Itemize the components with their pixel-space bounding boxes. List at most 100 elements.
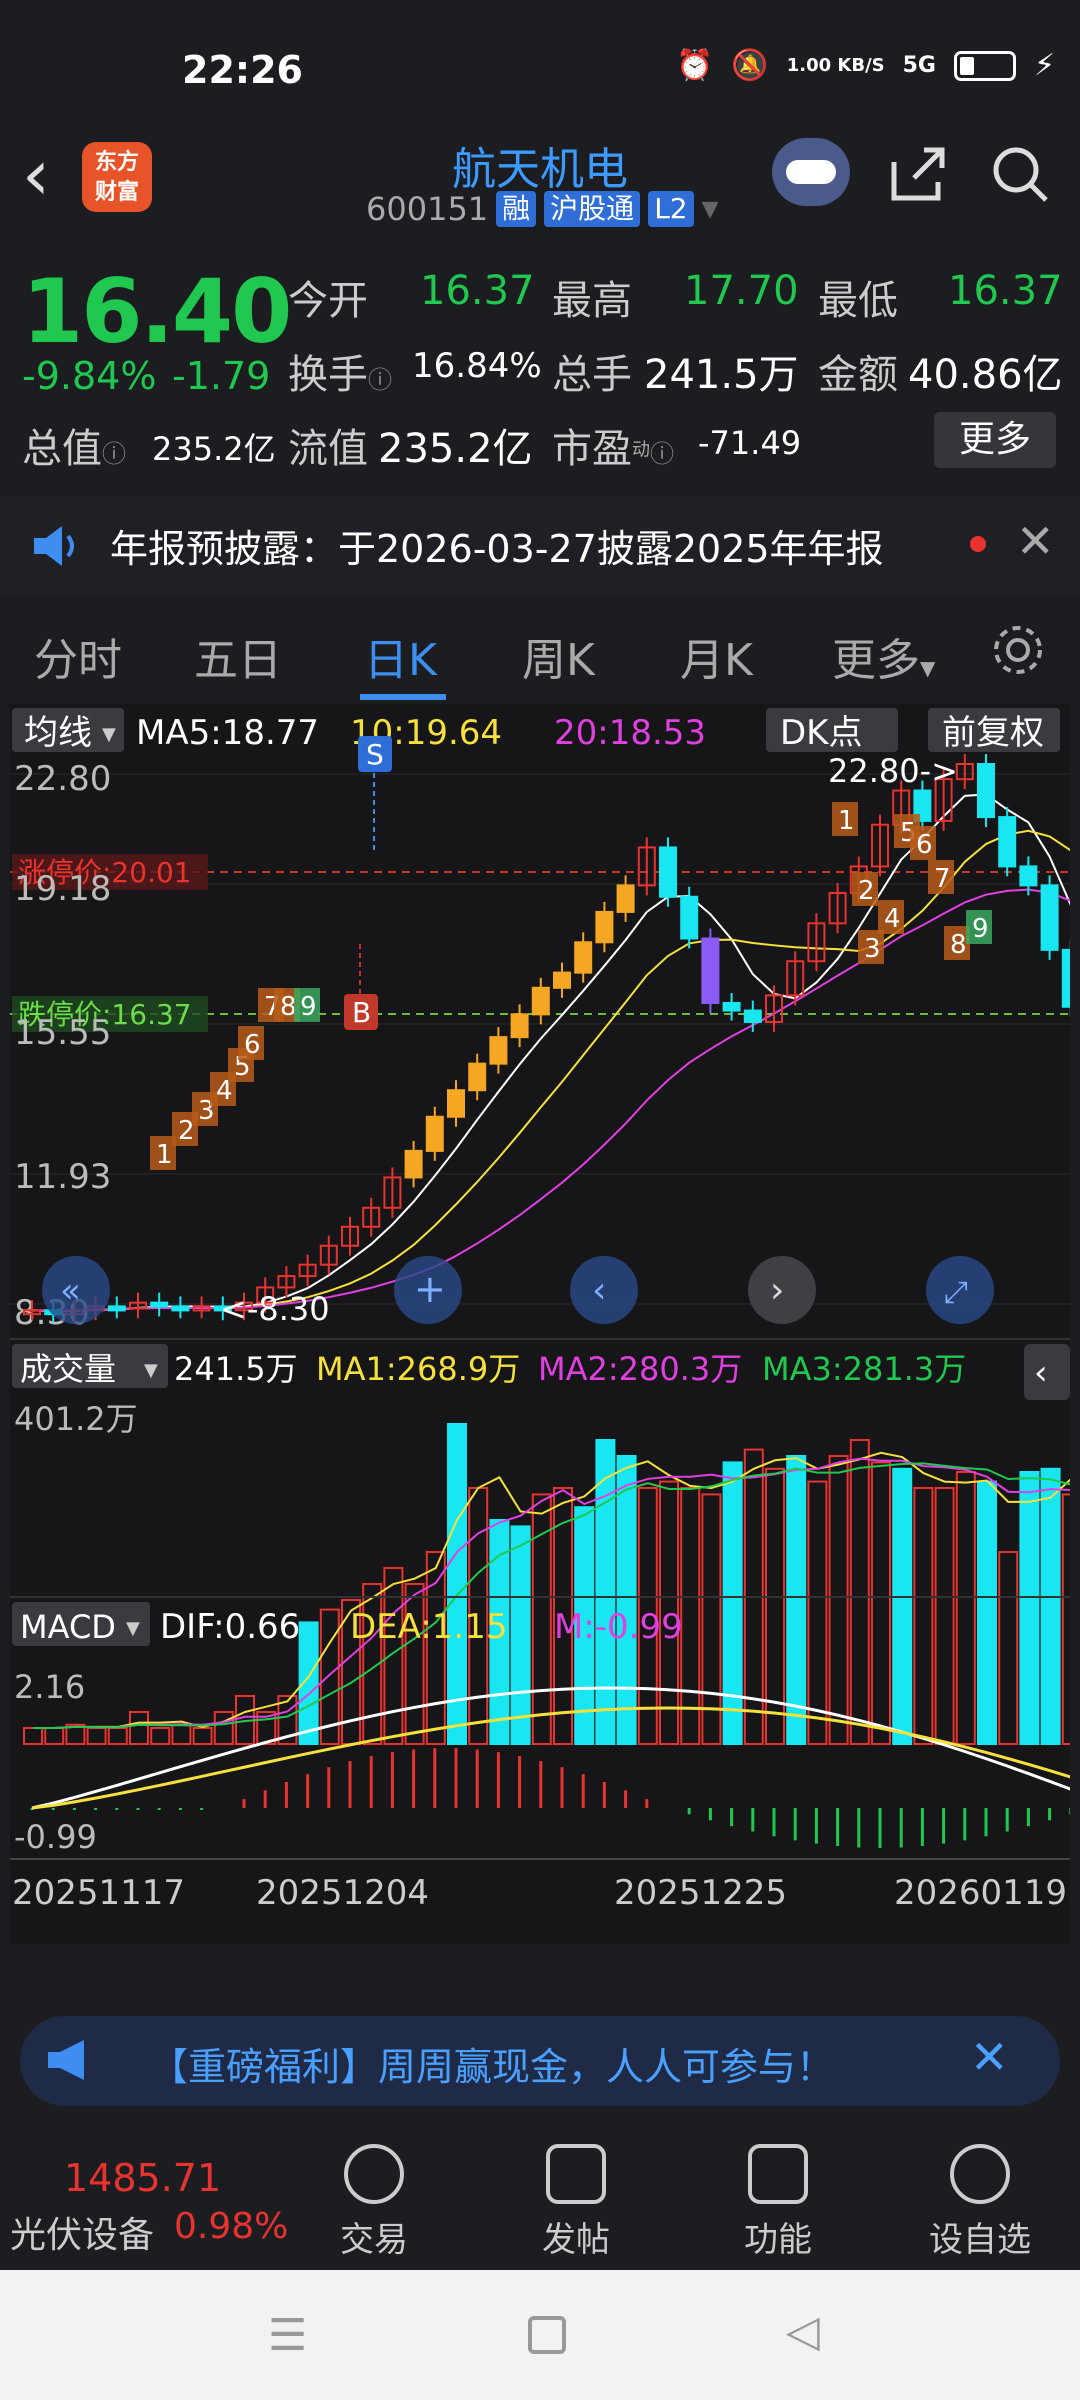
stock-code-row[interactable]: 600151 融 沪股通 L2 ▼ [366, 190, 719, 228]
index-name[interactable]: 光伏设备 [10, 2206, 154, 2258]
mktcap-label: 总值 [22, 426, 102, 472]
volume-bar [828, 1455, 849, 1745]
bottom-nav: 1485.71 光伏设备 0.98% 交易 发帖 功能 设自选 [0, 2130, 1080, 2270]
float-label: 流值 [288, 426, 368, 472]
volume-selector[interactable]: 成交量 [20, 1350, 116, 1388]
candle [659, 846, 677, 898]
tab-more[interactable]: 更多▼ [832, 624, 935, 688]
info-icon[interactable]: ⓘ [650, 440, 674, 468]
volume-bar [722, 1461, 743, 1746]
dk-point-button[interactable]: DK点 [780, 713, 862, 753]
macd-m: M:-0.99 [554, 1607, 683, 1647]
candle [404, 1149, 423, 1179]
stock-code: 600151 [366, 190, 489, 228]
ma-line-20 [31, 888, 1072, 1313]
nav-trade[interactable]: 交易 [304, 2144, 444, 2261]
dk-marker-label: 3 [864, 934, 881, 964]
volume-max-label: 401.2万 [14, 1400, 138, 1438]
volume-bar [107, 1727, 128, 1745]
info-icon[interactable]: ⓘ [102, 440, 126, 468]
macd-dif: DIF:0.66 [160, 1607, 300, 1647]
tab-weekly-k[interactable]: 周K [522, 624, 595, 688]
candle [531, 986, 550, 1016]
amount-label: 金额 [818, 352, 898, 398]
tab-five-day[interactable]: 五日 [194, 624, 282, 688]
signal-icon: 5G [902, 53, 936, 78]
volume-bars [23, 1423, 1080, 1746]
buy-marker[interactable]: B [352, 996, 371, 1029]
svg-text:▼: ▼ [102, 724, 116, 745]
search-icon[interactable] [988, 142, 1052, 206]
indicator-selector[interactable]: 均线 [24, 713, 92, 753]
plus-icon: + [414, 1267, 446, 1311]
alarm-icon: ⏰ [676, 48, 714, 83]
candle [150, 1301, 169, 1308]
macd-dea: DEA:1.15 [350, 1607, 507, 1647]
volume-bar [129, 1711, 149, 1745]
ma20-legend: 20:18.53 [554, 713, 706, 753]
status-icons: ⏰ 🔕 1.00 KB/S 5G ⚡ [676, 48, 1055, 83]
volume-bar [871, 1461, 891, 1746]
back-nav-icon[interactable]: ◁ [786, 2306, 820, 2357]
tab-intraday[interactable]: 分时 [34, 624, 122, 688]
volume-bar [701, 1493, 722, 1746]
sell-marker[interactable]: S [366, 738, 384, 771]
mute-icon: 🔕 [731, 48, 769, 83]
ma-line-10 [31, 829, 1072, 1313]
volume-bar [807, 1480, 828, 1745]
speaker-icon [34, 526, 74, 566]
candle [107, 1305, 126, 1312]
candle [425, 1115, 444, 1152]
candle [595, 910, 614, 944]
nav-post[interactable]: 发帖 [506, 2144, 646, 2261]
max-price-label: 22.80-> [828, 752, 958, 790]
notice-text: 年报预披露：于2026-03-27披露2025年年报 [110, 527, 884, 571]
promo-banner[interactable]: 【重磅福利】周周赢现金，人人可参与！ ✕ [20, 2016, 1060, 2106]
notice-bar[interactable]: 年报预披露：于2026-03-27披露2025年年报 ✕ [0, 496, 1080, 594]
menu-icon[interactable]: ☰ [268, 2310, 307, 2361]
more-quote-button[interactable]: 更多 [934, 412, 1056, 468]
high-label: 最高 [552, 278, 632, 324]
macd-selector[interactable]: MACD [20, 1608, 116, 1646]
settings-icon[interactable] [990, 622, 1046, 678]
battery-icon [953, 50, 1016, 81]
share-icon[interactable] [886, 142, 950, 206]
low-label: 最低 [818, 278, 898, 324]
candle [680, 895, 699, 940]
app-header: ‹ 东方 财富 航天机电 600151 融 沪股通 L2 ▼ [0, 130, 1080, 242]
macd-max-label: 2.16 [14, 1668, 85, 1706]
chevron-right-icon: › [770, 1270, 784, 1311]
margin-tag: 融 [496, 191, 537, 227]
volume-bar [977, 1480, 997, 1745]
volume-bar [934, 1487, 955, 1745]
volume-bar [595, 1439, 616, 1745]
index-value[interactable]: 1485.71 [64, 2156, 221, 2200]
volume-bar [955, 1471, 976, 1745]
adjust-button[interactable]: 前复权 [942, 713, 1044, 753]
volume-bar [447, 1423, 467, 1745]
mktcap-value: 235.2亿 [152, 430, 276, 468]
nav-functions[interactable]: 功能 [708, 2144, 848, 2261]
low-value: 16.37 [948, 268, 1063, 314]
tab-daily-k[interactable]: 日K [364, 624, 437, 688]
kline-chart-svg[interactable]: 均线 ▼ MA5:18.77 10:19.64 20:18.53 DK点 前复权… [10, 704, 1080, 1986]
candle [1040, 884, 1059, 951]
quote-panel: 16.40 -9.84% -1.79 今开 16.37 最高 17.70 最低 … [0, 242, 1080, 492]
volume-bar [786, 1455, 807, 1745]
macd-min-label: -0.99 [14, 1818, 97, 1856]
nav-add-watch[interactable]: 设自选 [910, 2144, 1050, 2261]
nav-watch-label: 设自选 [929, 2220, 1031, 2260]
ai-assistant-icon[interactable] [772, 138, 850, 206]
home-icon[interactable] [528, 2316, 566, 2354]
dk-marker-label: 7 [934, 864, 951, 894]
volume-bar [213, 1711, 234, 1745]
chevron-left-icon: ‹ [1034, 1353, 1048, 1393]
volume-bar [23, 1727, 43, 1745]
close-icon[interactable]: ✕ [970, 2030, 1009, 2084]
kline-chart-area[interactable]: 均线 ▼ MA5:18.77 10:19.64 20:18.53 DK点 前复权… [10, 704, 1080, 1986]
tab-monthly-k[interactable]: 月K [680, 624, 753, 688]
candle [1019, 865, 1038, 887]
close-icon[interactable]: ✕ [1016, 514, 1055, 568]
info-icon[interactable]: ⓘ [368, 366, 392, 394]
system-nav-bar: ☰ ◁ [0, 2270, 1080, 2400]
